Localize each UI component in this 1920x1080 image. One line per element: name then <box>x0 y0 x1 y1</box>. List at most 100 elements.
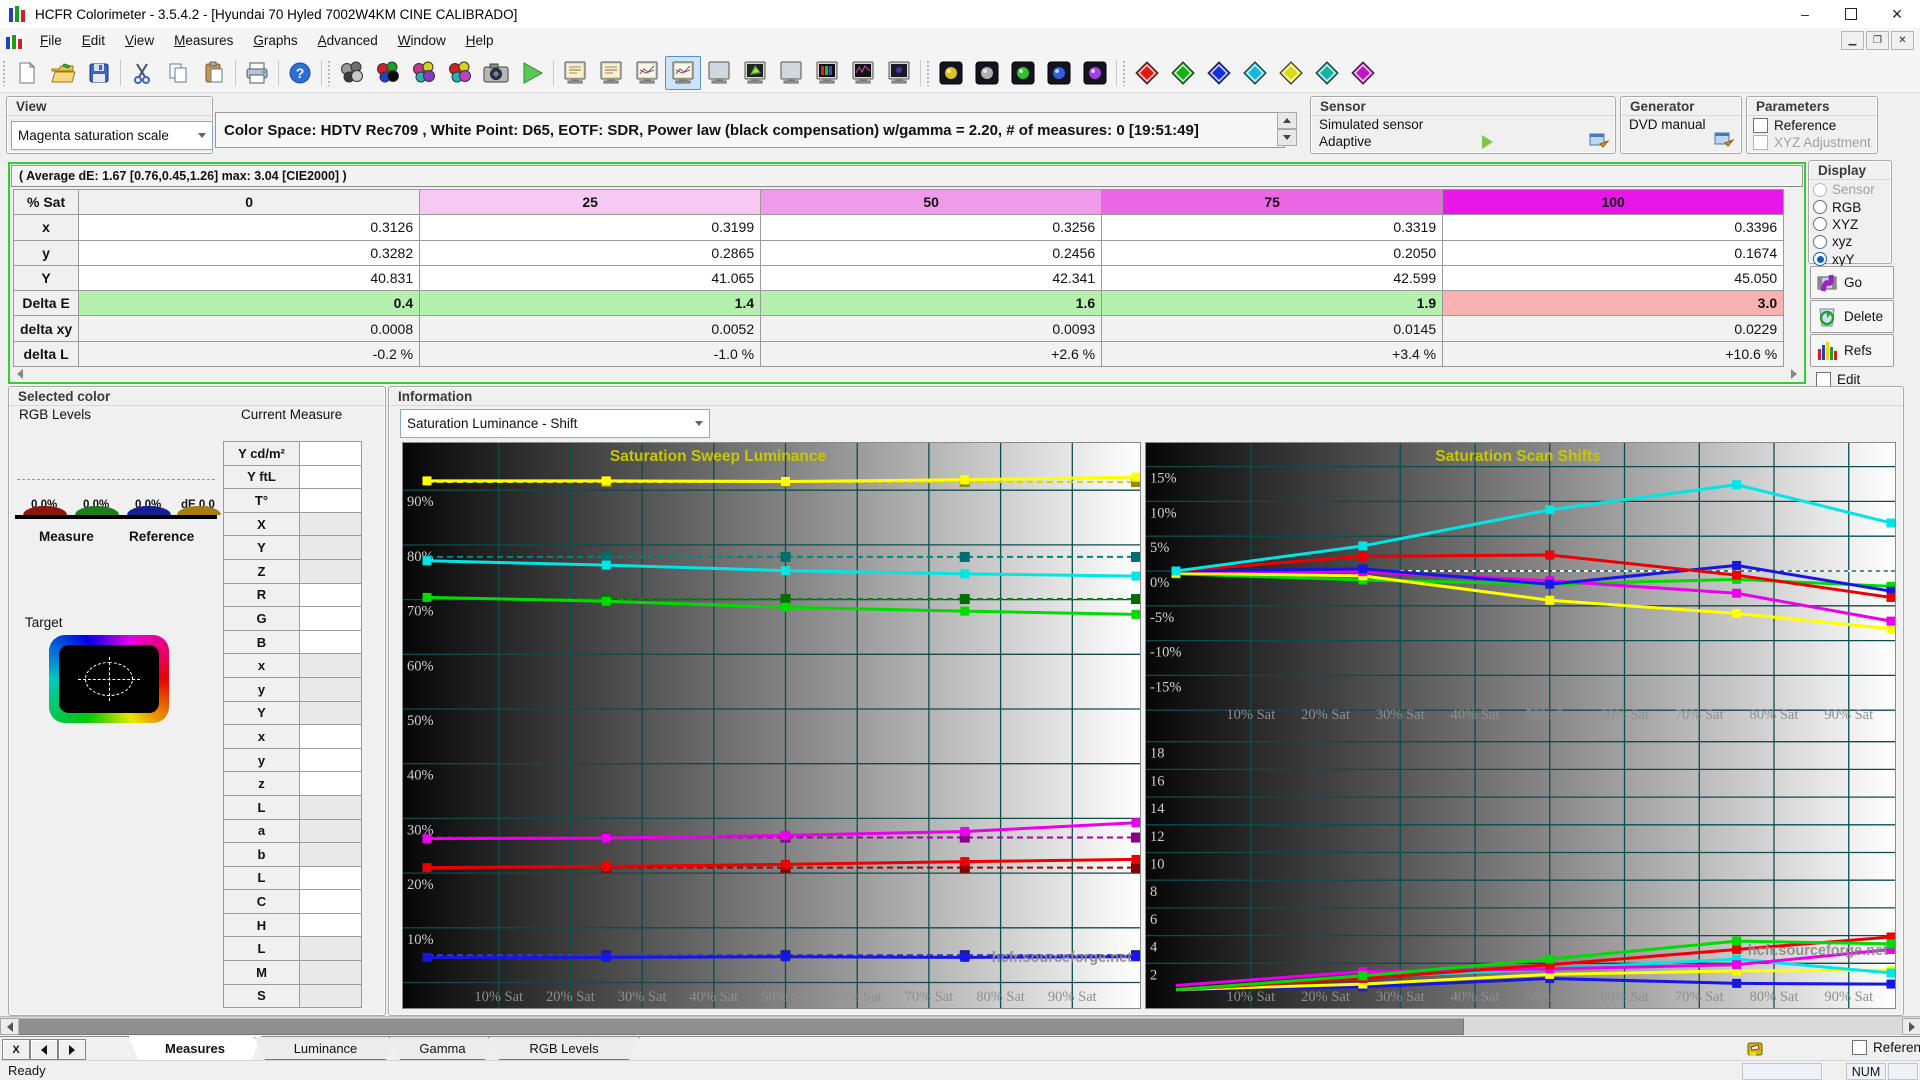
table-scrollbar[interactable] <box>13 368 1801 380</box>
generator-config-icon[interactable] <box>1713 131 1735 150</box>
table-cell[interactable]: 0.0093 <box>760 315 1103 342</box>
table-cell[interactable]: 3.0 <box>1442 290 1785 317</box>
table-cell[interactable]: 1.6 <box>760 290 1103 317</box>
tool-blue-icon[interactable] <box>1041 56 1077 90</box>
display-option-rgb[interactable]: RGB <box>1813 198 1887 215</box>
column-header-25[interactable]: 25 <box>419 188 762 216</box>
view-cie-chart-icon[interactable] <box>737 56 773 90</box>
table-cell[interactable]: 0.3319 <box>1101 214 1444 241</box>
table-cell[interactable]: 45.050 <box>1442 264 1785 292</box>
graph-type-select[interactable]: Saturation Luminance - Shift <box>400 409 710 438</box>
xyz-adjustment-checkbox[interactable]: XYZ Adjustment <box>1753 135 1871 150</box>
menu-item-graphs[interactable]: Graphs <box>243 30 307 51</box>
table-cell[interactable]: 0.3282 <box>78 239 421 266</box>
table-cell[interactable]: 0.3256 <box>760 214 1103 241</box>
column-header-0[interactable]: 0 <box>78 188 421 216</box>
view-shift-graph-icon[interactable] <box>665 55 701 90</box>
menu-item-file[interactable]: File <box>30 30 72 51</box>
table-cell[interactable]: 0.0052 <box>419 315 762 342</box>
tool-contrast-icon[interactable] <box>1077 56 1113 90</box>
gem-green-icon[interactable] <box>1165 56 1201 90</box>
reference-checkbox[interactable]: Reference <box>1753 118 1871 133</box>
display-option-xyz[interactable]: xyz <box>1813 233 1887 250</box>
scale-select[interactable]: Magenta saturation scale <box>11 121 213 150</box>
view-plain-graph-icon[interactable] <box>701 56 737 90</box>
tool-color-star-icon[interactable] <box>933 56 969 90</box>
gem-cyan-icon[interactable] <box>1237 56 1273 90</box>
sensor-config-icon[interactable] <box>1588 132 1610 151</box>
status-reference-checkbox[interactable]: Reference <box>1852 1040 1920 1055</box>
scroll-left-icon[interactable] <box>17 369 23 379</box>
notes-icon[interactable] <box>1746 1040 1766 1060</box>
gem-teal-icon[interactable] <box>1309 56 1345 90</box>
menu-item-view[interactable]: View <box>115 30 164 51</box>
next-tab-icon[interactable] <box>58 1039 86 1060</box>
menu-item-edit[interactable]: Edit <box>72 30 115 51</box>
table-cell[interactable]: 42.599 <box>1101 264 1444 292</box>
view-luminance-graph-icon[interactable] <box>629 56 665 90</box>
table-cell[interactable]: 42.341 <box>760 264 1103 292</box>
view-rgb-levels-icon[interactable] <box>809 56 845 90</box>
tab-rgb-levels[interactable]: RGB Levels <box>488 1037 640 1060</box>
scrollbar-thumb[interactable] <box>18 1018 1464 1035</box>
menu-item-measures[interactable]: Measures <box>164 30 243 51</box>
table-cell[interactable]: 0.1674 <box>1442 239 1785 266</box>
table-cell[interactable]: 0.2050 <box>1101 239 1444 266</box>
mdi-minimize-icon[interactable]: ▁ <box>1841 31 1864 50</box>
close-tab-icon[interactable]: X <box>2 1039 30 1060</box>
run-measures-icon[interactable] <box>514 56 550 90</box>
column-header-50[interactable]: 50 <box>760 188 1103 216</box>
table-cell[interactable]: +2.6 % <box>760 340 1103 368</box>
view-histogram-icon[interactable] <box>845 56 881 90</box>
delete-button[interactable]: Delete <box>1810 300 1894 333</box>
table-cell[interactable]: 0.0229 <box>1442 315 1785 342</box>
gem-blue-icon[interactable] <box>1201 56 1237 90</box>
help-icon[interactable]: ? <box>282 56 318 90</box>
table-cell[interactable]: 0.0008 <box>78 315 421 342</box>
view-monitor-icon[interactable] <box>773 56 809 90</box>
table-cell[interactable]: 0.3126 <box>78 214 421 241</box>
table-cell[interactable]: 1.4 <box>419 290 762 317</box>
column-header-75[interactable]: 75 <box>1101 188 1444 216</box>
view-black-screen-icon[interactable] <box>881 56 917 90</box>
paste-icon[interactable] <box>196 56 232 90</box>
open-file-icon[interactable] <box>45 56 81 90</box>
horizontal-scrollbar[interactable] <box>0 1016 1920 1035</box>
table-cell[interactable]: 0.3396 <box>1442 214 1785 241</box>
tab-gamma[interactable]: Gamma <box>389 1037 496 1060</box>
measure-grayscale-icon[interactable] <box>334 56 370 90</box>
menu-item-advanced[interactable]: Advanced <box>308 30 388 51</box>
table-cell[interactable]: +10.6 % <box>1442 340 1785 368</box>
mdi-restore-icon[interactable]: ❐ <box>1866 31 1889 50</box>
capture-icon[interactable] <box>478 56 514 90</box>
scroll-right-icon[interactable] <box>1902 1018 1920 1035</box>
table-cell[interactable]: 40.831 <box>78 264 421 292</box>
minimize-button[interactable]: – <box>1782 0 1828 28</box>
new-file-icon[interactable] <box>9 56 45 90</box>
maximize-button[interactable] <box>1828 0 1874 28</box>
mdi-close-icon[interactable]: ✕ <box>1891 31 1914 50</box>
display-option-xyz[interactable]: XYZ <box>1813 216 1887 233</box>
spin-up-icon[interactable] <box>1277 112 1297 129</box>
measure-secondaries-icon[interactable] <box>406 56 442 90</box>
gem-yellow-icon[interactable] <box>1273 56 1309 90</box>
print-icon[interactable] <box>239 56 275 90</box>
table-cell[interactable]: +3.4 % <box>1101 340 1444 368</box>
spin-down-icon[interactable] <box>1277 129 1297 146</box>
column-header-100[interactable]: 100 <box>1442 188 1785 216</box>
gem-magenta-icon[interactable] <box>1345 56 1381 90</box>
table-cell[interactable]: 1.9 <box>1101 290 1444 317</box>
table-cell[interactable]: 0.0145 <box>1101 315 1444 342</box>
measure-all-icon[interactable] <box>442 56 478 90</box>
tool-green-icon[interactable] <box>1005 56 1041 90</box>
tab-luminance[interactable]: Luminance <box>254 1037 397 1060</box>
scroll-right-icon[interactable] <box>1791 369 1797 379</box>
go-button[interactable]: Go <box>1810 266 1894 299</box>
gem-red-icon[interactable] <box>1129 56 1165 90</box>
tool-gray-icon[interactable] <box>969 56 1005 90</box>
cut-icon[interactable] <box>124 56 160 90</box>
table-cell[interactable]: -0.2 % <box>78 340 421 368</box>
refs-button[interactable]: Refs <box>1810 334 1894 367</box>
view-gamma-sheet-icon[interactable] <box>593 56 629 90</box>
prev-tab-icon[interactable] <box>30 1039 58 1060</box>
